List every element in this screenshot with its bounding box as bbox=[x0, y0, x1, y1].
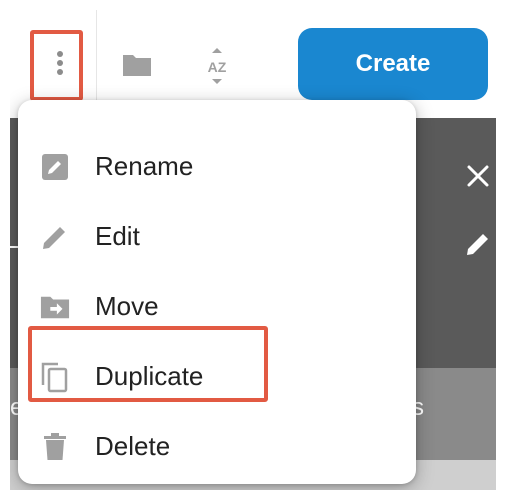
close-icon bbox=[467, 165, 489, 187]
trash-icon bbox=[40, 432, 70, 462]
more-options-button[interactable] bbox=[40, 34, 80, 92]
menu-item-move[interactable]: Move bbox=[18, 272, 416, 342]
pencil-icon bbox=[467, 234, 488, 255]
menu-item-label: Delete bbox=[95, 431, 171, 461]
close-button[interactable] bbox=[460, 158, 496, 194]
app-window: AZ Create e s Rename Edit Move Duplicate… bbox=[10, 10, 496, 490]
menu-item-label: Edit bbox=[95, 221, 140, 251]
sort-alpha-icon: AZ bbox=[208, 48, 227, 84]
context-menu: Rename Edit Move Duplicate Delete bbox=[18, 100, 416, 484]
more-vertical-icon bbox=[57, 51, 63, 75]
folder-button[interactable] bbox=[118, 48, 156, 82]
menu-item-label: Move bbox=[95, 291, 159, 321]
sort-button[interactable]: AZ bbox=[198, 46, 236, 86]
svg-text:AZ: AZ bbox=[208, 59, 227, 75]
menu-item-label: Rename bbox=[95, 151, 194, 181]
pencil-icon bbox=[40, 222, 70, 252]
create-button[interactable]: Create bbox=[298, 28, 488, 100]
menu-item-label: Duplicate bbox=[95, 361, 204, 391]
move-folder-icon bbox=[40, 292, 70, 322]
rename-icon bbox=[40, 152, 70, 182]
folder-icon bbox=[123, 55, 151, 76]
copy-icon bbox=[40, 362, 70, 393]
menu-item-rename[interactable]: Rename bbox=[18, 132, 416, 202]
background-dash bbox=[10, 246, 18, 248]
menu-item-delete[interactable]: Delete bbox=[18, 412, 416, 482]
menu-item-edit[interactable]: Edit bbox=[18, 202, 416, 272]
edit-button[interactable] bbox=[460, 226, 496, 262]
menu-item-duplicate[interactable]: Duplicate bbox=[18, 342, 416, 412]
